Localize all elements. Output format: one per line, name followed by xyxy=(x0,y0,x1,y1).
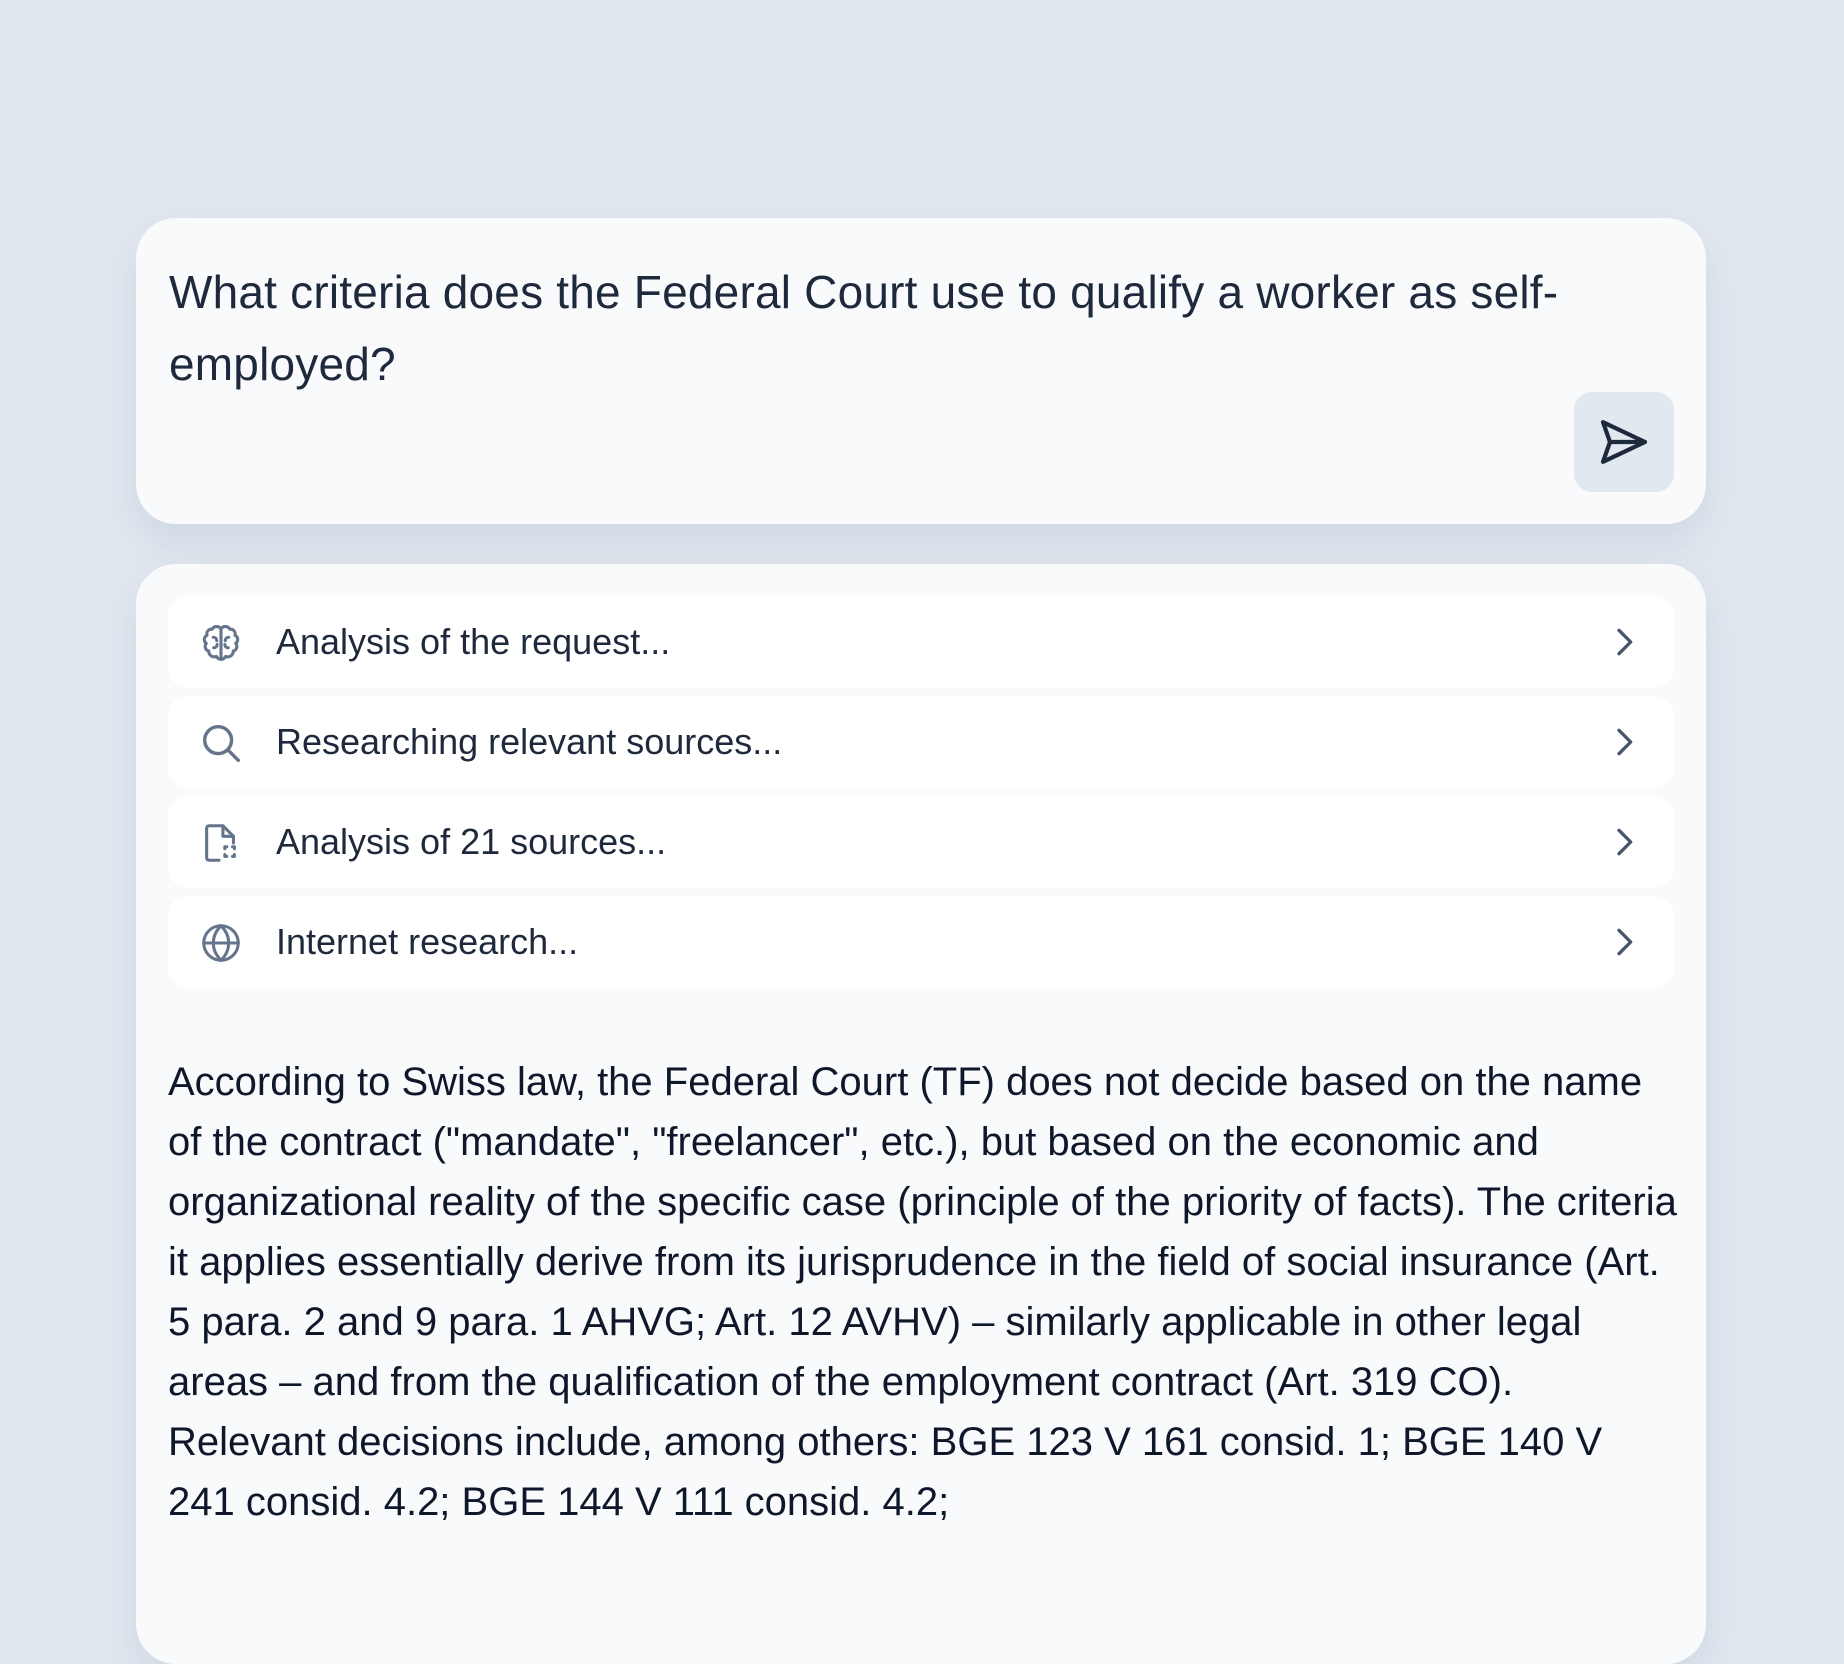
chevron-right-icon xyxy=(1617,728,1633,756)
query-text[interactable]: What criteria does the Federal Court use… xyxy=(169,256,1569,400)
search-icon xyxy=(198,720,244,766)
step-label: Analysis of 21 sources... xyxy=(276,821,667,862)
step-label: Analysis of the request... xyxy=(276,621,671,662)
document-scan-icon xyxy=(198,820,244,866)
globe-icon xyxy=(198,920,244,966)
send-icon xyxy=(1600,420,1648,464)
step-row-analysis-sources[interactable]: Analysis of 21 sources... xyxy=(168,796,1674,888)
answer-text: According to Swiss law, the Federal Cour… xyxy=(168,1060,1677,1524)
step-label: Researching relevant sources... xyxy=(276,721,783,762)
steps-list: Analysis of the request... Researching r… xyxy=(168,596,1674,996)
step-row-researching-sources[interactable]: Researching relevant sources... xyxy=(168,696,1674,788)
chevron-right-icon xyxy=(1617,828,1633,856)
query-card: What criteria does the Federal Court use… xyxy=(136,218,1706,524)
step-label: Internet research... xyxy=(276,921,579,962)
chevron-right-icon xyxy=(1617,928,1633,956)
step-row-internet-research[interactable]: Internet research... xyxy=(168,896,1674,988)
chevron-right-icon xyxy=(1617,628,1633,656)
brain-icon xyxy=(198,620,244,666)
answer-card: Analysis of the request... Researching r… xyxy=(136,564,1706,1664)
step-row-analysis-request[interactable]: Analysis of the request... xyxy=(168,596,1674,688)
send-button[interactable] xyxy=(1574,392,1674,492)
